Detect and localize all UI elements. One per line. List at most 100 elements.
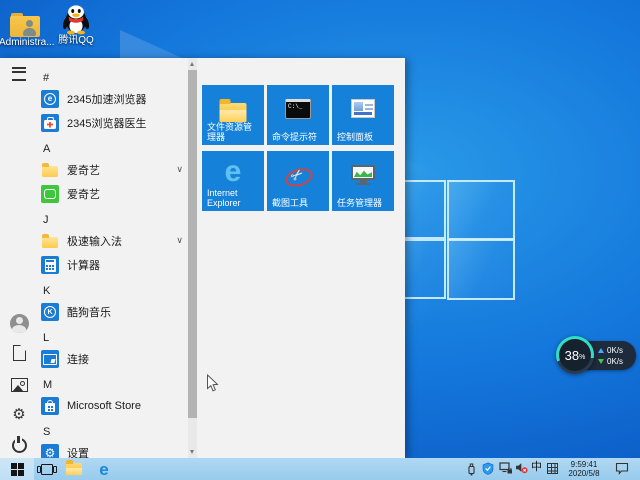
tile-snipping-tool[interactable]: ✂ 截图工具 — [267, 151, 329, 211]
volume-tray-button[interactable] — [515, 462, 528, 474]
pinyin-grid-icon — [547, 463, 558, 474]
desktop-icon-label: 腾讯QQ — [58, 35, 94, 46]
app-section-header[interactable]: S — [33, 418, 188, 441]
gear-icon: ⚙ — [12, 405, 26, 423]
power-icon — [11, 436, 27, 453]
start-menu: ⚙ # e 2345加速浏览器 2345浏览器医生 A 爱奇艺 ∨ 爱奇艺 J … — [0, 58, 405, 458]
tile-internet-explorer[interactable]: e Internet Explorer — [202, 151, 264, 211]
ethernet-icon — [499, 462, 512, 474]
desktop-icon-administrator[interactable]: Administra... — [0, 4, 55, 48]
pictures-icon — [10, 378, 28, 392]
security-tray-button[interactable] — [482, 462, 494, 475]
app-item-microsoft-store[interactable]: Microsoft Store — [33, 394, 188, 418]
start-tiles: 文件资源管理器 C:\_ 命令提示符 控制面板 e Internet Explo… — [202, 85, 394, 211]
taskbar: e 中 9:59:41 2020/5/8 — [0, 458, 640, 480]
action-center-icon — [615, 462, 629, 475]
user-account-button[interactable] — [9, 313, 29, 333]
connect-icon — [41, 350, 59, 368]
folder-icon — [41, 232, 59, 250]
kugou-icon: K — [41, 303, 59, 321]
browser-doctor-icon — [41, 114, 59, 132]
desktop-icon-tencent-qq[interactable]: 腾讯QQ — [50, 2, 102, 46]
speed-monitor-widget[interactable]: 0K/s 0K/s 38 % — [556, 336, 638, 376]
clock-time: 9:59:41 — [570, 460, 598, 469]
app-list-scrollbar[interactable] — [188, 58, 197, 458]
app-item-calculator[interactable]: 计算器 — [33, 253, 188, 277]
user-folder-icon — [0, 4, 51, 37]
documents-button[interactable] — [9, 343, 29, 363]
internet-explorer-icon: e — [224, 155, 242, 188]
usb-tray-button[interactable] — [466, 462, 477, 476]
calculator-icon — [41, 256, 59, 274]
upload-arrow-icon — [598, 347, 604, 353]
taskbar-file-explorer-button[interactable] — [62, 458, 86, 480]
app-folder-iqiyi[interactable]: 爱奇艺 ∨ — [33, 158, 188, 182]
file-explorer-icon — [219, 99, 247, 122]
user-avatar-icon — [9, 313, 29, 333]
task-view-button[interactable] — [36, 458, 58, 480]
ime-language-button[interactable]: 中 — [531, 461, 542, 474]
settings-gear-icon: ⚙ — [41, 444, 59, 458]
desktop: Administra... 腾讯QQ 0K/s 0K/s 38 % ⚙ # e … — [0, 0, 640, 480]
expand-menu-button[interactable] — [9, 64, 29, 84]
app-item-kugou-music[interactable]: K 酷狗音乐 — [33, 300, 188, 324]
snipping-tool-icon: ✂ — [283, 165, 315, 190]
folder-icon — [66, 460, 82, 475]
chevron-down-icon[interactable]: ∨ — [176, 164, 183, 175]
app-section-header[interactable]: K — [33, 277, 188, 300]
usb-icon — [468, 463, 475, 476]
logo-pane — [447, 239, 515, 300]
clock-date: 2020/5/8 — [568, 469, 600, 478]
network-tray-button[interactable] — [499, 462, 513, 475]
action-center-button[interactable] — [615, 462, 629, 475]
pictures-button[interactable] — [9, 375, 29, 395]
usage-percent: 38 — [564, 347, 580, 363]
usage-ring[interactable]: 38 % — [556, 336, 594, 374]
download-arrow-icon — [598, 358, 604, 364]
scroll-down-arrow-icon[interactable] — [190, 450, 194, 454]
desktop-icon-label: Administra... — [0, 37, 55, 48]
edge-icon: e — [99, 459, 109, 479]
tile-task-manager[interactable]: 任务管理器 — [332, 151, 394, 211]
chevron-down-icon[interactable]: ∨ — [176, 235, 183, 246]
hamburger-icon — [12, 67, 26, 81]
speaker-muted-icon — [516, 463, 528, 474]
app-item-iqiyi[interactable]: 爱奇艺 — [33, 182, 188, 206]
app-section-header[interactable]: # — [33, 64, 188, 87]
folder-icon — [41, 161, 59, 179]
windows-logo-icon — [10, 462, 24, 476]
taskbar-edge-button[interactable]: e — [92, 458, 116, 480]
usage-percent-sign: % — [579, 354, 586, 361]
power-button[interactable] — [9, 434, 29, 454]
app-section-header[interactable]: M — [33, 371, 188, 394]
browser-2345-icon: e — [41, 90, 59, 108]
scrollbar-thumb[interactable] — [188, 70, 197, 418]
app-section-header[interactable]: L — [33, 324, 188, 347]
upload-speed: 0K/s — [607, 345, 624, 355]
app-item-connect[interactable]: 连接 — [33, 347, 188, 371]
shield-icon — [482, 462, 494, 475]
store-icon — [41, 397, 59, 415]
app-section-header[interactable]: J — [33, 206, 188, 229]
taskbar-clock[interactable]: 9:59:41 2020/5/8 — [560, 460, 608, 478]
app-item-settings[interactable]: ⚙ 设置 — [33, 441, 188, 458]
task-view-icon — [37, 463, 57, 475]
app-folder-jisu-ime[interactable]: 极速输入法 ∨ — [33, 229, 188, 253]
logo-pane — [447, 180, 515, 240]
settings-button[interactable]: ⚙ — [9, 404, 29, 424]
app-list: # e 2345加速浏览器 2345浏览器医生 A 爱奇艺 ∨ 爱奇艺 J 极速… — [33, 58, 188, 458]
scroll-up-arrow-icon[interactable] — [190, 62, 194, 66]
ime-toolbar-button[interactable] — [547, 463, 558, 474]
iqiyi-icon — [41, 185, 59, 203]
tile-file-explorer[interactable]: 文件资源管理器 — [202, 85, 264, 145]
start-button[interactable] — [0, 458, 34, 480]
tile-control-panel[interactable]: 控制面板 — [332, 85, 394, 145]
app-item-2345-browser[interactable]: e 2345加速浏览器 — [33, 87, 188, 111]
document-icon — [12, 345, 26, 361]
app-item-2345-doctor[interactable]: 2345浏览器医生 — [33, 111, 188, 135]
task-manager-icon — [350, 165, 376, 187]
ime-chinese-indicator: 中 — [531, 461, 542, 473]
control-panel-icon — [351, 99, 375, 118]
tile-command-prompt[interactable]: C:\_ 命令提示符 — [267, 85, 329, 145]
app-section-header[interactable]: A — [33, 135, 188, 158]
